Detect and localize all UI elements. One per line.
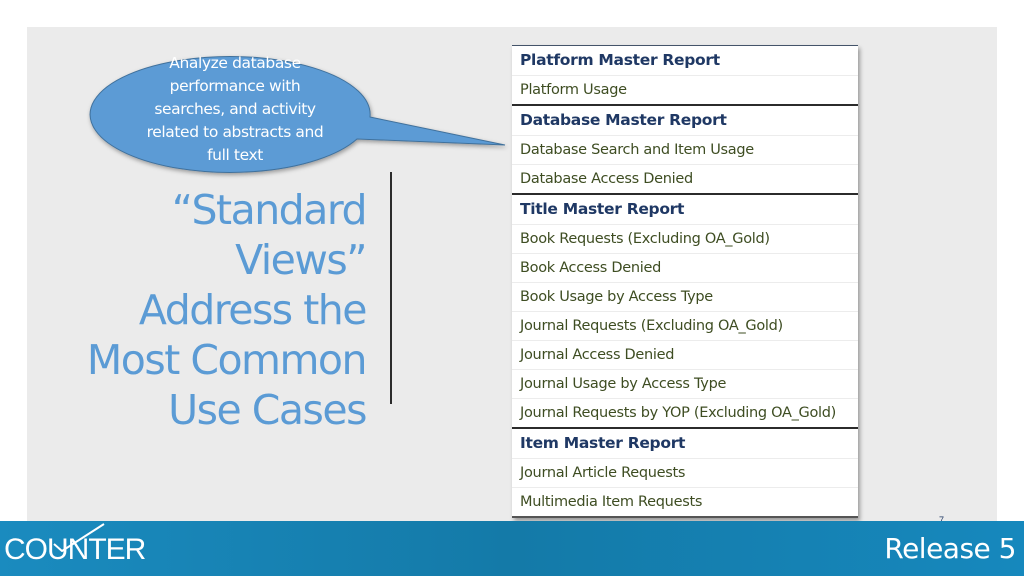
report-table: Platform Master Report Platform Usage Da…	[512, 45, 858, 518]
counter-logo: COUNTER	[4, 533, 146, 566]
table-row: Multimedia Item Requests	[520, 494, 703, 510]
report-group-title: Title Master Report Book Requests (Exclu…	[512, 195, 858, 429]
table-row: Database Access Denied	[520, 171, 693, 187]
title-line: Address the	[138, 286, 368, 334]
table-row: Journal Requests by YOP (Excluding OA_Go…	[520, 405, 837, 421]
table-row: Journal Requests (Excluding OA_Gold)	[512, 312, 858, 341]
release-label: Release 5	[884, 532, 1016, 565]
table-row: Database Search and Item Usage	[512, 136, 858, 165]
vertical-divider	[390, 172, 392, 404]
title-line: Use Cases	[168, 386, 367, 434]
report-group-platform: Platform Master Report Platform Usage	[512, 46, 858, 106]
title-line: “Standard Views”	[171, 186, 368, 284]
table-row: Platform Usage	[520, 82, 627, 98]
table-row: Book Usage by Access Type	[512, 283, 858, 312]
callout-text: Analyze database performance with search…	[146, 54, 324, 164]
group-header: Platform Master Report	[512, 46, 858, 76]
group-header: Database Master Report	[512, 106, 858, 136]
table-row: Journal Usage by Access Type	[512, 370, 858, 399]
footer-bar	[0, 521, 1024, 576]
page-title: “Standard Views” Address the Most Common…	[30, 185, 368, 435]
table-row: Book Access Denied	[512, 254, 858, 283]
table-row: Book Requests (Excluding OA_Gold)	[512, 225, 858, 254]
group-header: Title Master Report	[512, 195, 858, 225]
report-group-item: Item Master Report Journal Article Reque…	[512, 429, 858, 518]
group-header: Item Master Report	[512, 429, 858, 459]
report-group-database: Database Master Report Database Search a…	[512, 106, 858, 195]
table-row: Journal Article Requests	[512, 459, 858, 488]
title-line: Most Common	[86, 336, 368, 384]
table-row: Journal Access Denied	[512, 341, 858, 370]
